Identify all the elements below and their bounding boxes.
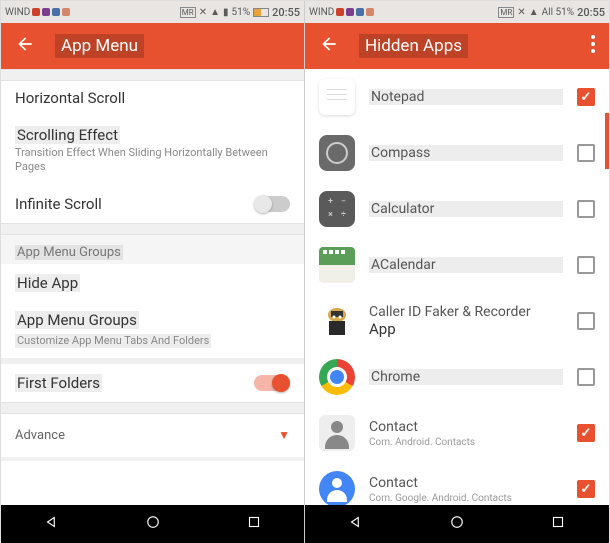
checkbox[interactable] bbox=[577, 88, 595, 106]
status-bar: WIND MR ✕ ▲ All 51% 20:55 bbox=[305, 1, 609, 23]
nav-back-icon[interactable] bbox=[347, 513, 365, 535]
hidden-apps-panel: WIND MR ✕ ▲ All 51% 20:55 Hidden Apps bbox=[305, 1, 609, 543]
carrier-label: WIND bbox=[5, 7, 30, 18]
overflow-menu-icon[interactable] bbox=[591, 35, 595, 57]
first-folders-row[interactable]: First Folders bbox=[1, 364, 304, 402]
nav-back-icon[interactable] bbox=[43, 513, 61, 535]
hide-app-row[interactable]: Hide App bbox=[1, 264, 304, 302]
checkbox[interactable] bbox=[577, 312, 595, 330]
notif-icon bbox=[32, 8, 40, 16]
row-sublabel: Transition Effect When Sliding Horizonta… bbox=[15, 146, 290, 175]
list-item[interactable]: Notepad bbox=[305, 69, 609, 125]
infinite-scroll-row[interactable]: Infinite Scroll bbox=[1, 185, 304, 223]
notif-icon bbox=[62, 8, 70, 16]
app-name: Calculator bbox=[369, 201, 563, 217]
app-name: Caller ID Faker & RecorderApp bbox=[369, 304, 563, 338]
vibrate-icon: ✕ bbox=[517, 7, 525, 18]
checkbox[interactable] bbox=[577, 368, 595, 386]
nav-home-icon[interactable] bbox=[144, 513, 162, 535]
list-item[interactable]: Chrome bbox=[305, 349, 609, 405]
notif-icon bbox=[336, 8, 344, 16]
row-label: Horizontal Scroll bbox=[15, 89, 290, 107]
clock: 20:55 bbox=[577, 6, 605, 19]
clock: 20:55 bbox=[272, 6, 300, 19]
row-label: Advance bbox=[15, 428, 65, 443]
row-label: Scrolling Effect bbox=[15, 126, 120, 144]
section-header: App Menu Groups bbox=[1, 235, 304, 264]
back-icon[interactable] bbox=[319, 34, 339, 58]
list-item[interactable]: Contact Com. Android. Contacts bbox=[305, 405, 609, 461]
notepad-icon bbox=[319, 79, 355, 115]
battery-pct: 51% bbox=[232, 7, 251, 18]
page-title: Hidden Apps bbox=[359, 34, 468, 58]
advance-row[interactable]: Advance ▼ bbox=[1, 414, 304, 457]
list-item[interactable]: Caller ID Faker & RecorderApp bbox=[305, 293, 609, 349]
app-name: ACalendar bbox=[369, 257, 563, 273]
app-list[interactable]: Notepad Compass +−×÷ Calculator ACalenda… bbox=[305, 69, 609, 505]
wifi-icon: ▲ bbox=[210, 7, 220, 18]
nav-recent-icon[interactable] bbox=[549, 513, 567, 535]
row-label: Hide App bbox=[15, 274, 80, 292]
nav-bar bbox=[1, 505, 304, 543]
list-item[interactable]: Compass bbox=[305, 125, 609, 181]
app-menu-groups-row[interactable]: App Menu Groups Customize App Menu Tabs … bbox=[1, 302, 304, 358]
app-name: Compass bbox=[369, 145, 563, 161]
status-bar: WIND MR ✕ ▲ ▮ 51% 20:55 bbox=[1, 1, 304, 23]
contacts-icon bbox=[319, 415, 355, 451]
list-item[interactable]: Contact Com. Google. Android. Contacts bbox=[305, 461, 609, 505]
row-label: Infinite Scroll bbox=[15, 195, 102, 213]
wifi-icon: ▲ bbox=[529, 7, 539, 18]
compass-icon bbox=[319, 135, 355, 171]
row-label: App Menu Groups bbox=[15, 311, 139, 329]
google-contacts-icon bbox=[319, 471, 355, 505]
horizontal-scroll-row[interactable]: Horizontal Scroll bbox=[1, 81, 304, 117]
checkbox[interactable] bbox=[577, 480, 595, 498]
scrolling-effect-row[interactable]: Scrolling Effect Transition Effect When … bbox=[1, 117, 304, 185]
caller-id-faker-icon bbox=[319, 303, 355, 339]
infinite-scroll-toggle[interactable] bbox=[254, 196, 290, 212]
battery-text: All 51% bbox=[542, 7, 574, 18]
notif-icon bbox=[346, 8, 354, 16]
app-package: Com. Google. Android. Contacts bbox=[369, 493, 563, 504]
app-name: Contact bbox=[369, 419, 563, 435]
nav-home-icon[interactable] bbox=[448, 513, 466, 535]
app-name: Chrome bbox=[369, 369, 563, 385]
notif-icon bbox=[366, 8, 374, 16]
nav-bar bbox=[305, 505, 609, 543]
app-name: Notepad bbox=[369, 89, 563, 105]
list-item[interactable]: ACalendar bbox=[305, 237, 609, 293]
vibrate-icon: ✕ bbox=[199, 7, 207, 18]
notif-icon bbox=[52, 8, 60, 16]
settings-content[interactable]: Horizontal Scroll Scrolling Effect Trans… bbox=[1, 69, 304, 505]
calendar-icon bbox=[319, 247, 355, 283]
page-title: App Menu bbox=[55, 34, 144, 58]
chevron-down-icon: ▼ bbox=[278, 428, 290, 442]
list-item[interactable]: +−×÷ Calculator bbox=[305, 181, 609, 237]
checkbox[interactable] bbox=[577, 256, 595, 274]
mr-icon: MR bbox=[498, 7, 514, 18]
calculator-icon: +−×÷ bbox=[319, 191, 355, 227]
app-package: Com. Android. Contacts bbox=[369, 437, 563, 448]
chrome-icon bbox=[319, 359, 355, 395]
carrier-label: WIND bbox=[309, 7, 334, 18]
nav-recent-icon[interactable] bbox=[245, 513, 263, 535]
app-name: Contact bbox=[369, 475, 563, 491]
row-label: First Folders bbox=[15, 374, 102, 392]
checkbox[interactable] bbox=[577, 144, 595, 162]
notif-icon bbox=[356, 8, 364, 16]
toolbar: Hidden Apps bbox=[305, 23, 609, 69]
checkbox[interactable] bbox=[577, 424, 595, 442]
toolbar: App Menu bbox=[1, 23, 304, 69]
settings-panel: WIND MR ✕ ▲ ▮ 51% 20:55 App Menu bbox=[1, 1, 305, 543]
signal-icon: ▮ bbox=[223, 7, 229, 18]
row-sublabel: Customize App Menu Tabs And Folders bbox=[15, 334, 211, 348]
mr-icon: MR bbox=[180, 7, 196, 18]
back-icon[interactable] bbox=[15, 34, 35, 58]
checkbox[interactable] bbox=[577, 200, 595, 218]
scroll-indicator bbox=[605, 113, 609, 169]
first-folders-toggle[interactable] bbox=[254, 375, 290, 391]
battery-icon bbox=[253, 8, 269, 17]
notif-icon bbox=[42, 8, 50, 16]
